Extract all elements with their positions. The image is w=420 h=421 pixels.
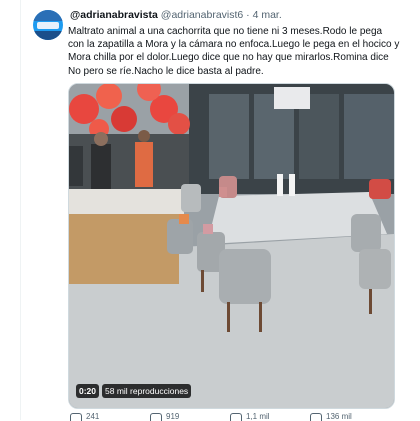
display-handle[interactable]: @adrianabravista — [70, 9, 158, 21]
tweet-header: @adrianabravista @adrianabravist6 · 4 ma… — [70, 8, 410, 22]
retweet-icon — [150, 412, 162, 421]
tweet-actions: 241 919 1,1 mil 136 mil — [68, 412, 398, 421]
tweet-text-line: Mora chilla por el dolor.Luego dice que … — [68, 52, 389, 64]
tweet-text-line: con la zapatilla a Mora y la cámara no e… — [68, 39, 400, 51]
video-player[interactable] — [68, 83, 395, 409]
account-handle[interactable]: @adrianabravist6 — [161, 9, 243, 21]
video-views: 58 mil reproducciones — [102, 384, 192, 398]
dot-separator: · — [246, 9, 250, 21]
tweet-text-line: Maltrato animal a una cachorrita que no … — [68, 26, 383, 37]
tweet-text: Maltrato animal a una cachorrita que no … — [68, 25, 406, 78]
like-icon — [230, 412, 242, 421]
video-duration: 0:20 — [76, 384, 100, 398]
video-frame-image — [69, 84, 394, 408]
avatar[interactable] — [33, 10, 63, 40]
video-badges: 0:20 58 mil reproducciones — [76, 384, 192, 398]
tweet-text-line: No pero se ríe.Nacho le dice basta al pa… — [68, 65, 264, 77]
tweet-date[interactable]: 4 mar. — [253, 9, 282, 21]
views-icon — [310, 412, 322, 421]
reply-icon — [70, 412, 82, 421]
